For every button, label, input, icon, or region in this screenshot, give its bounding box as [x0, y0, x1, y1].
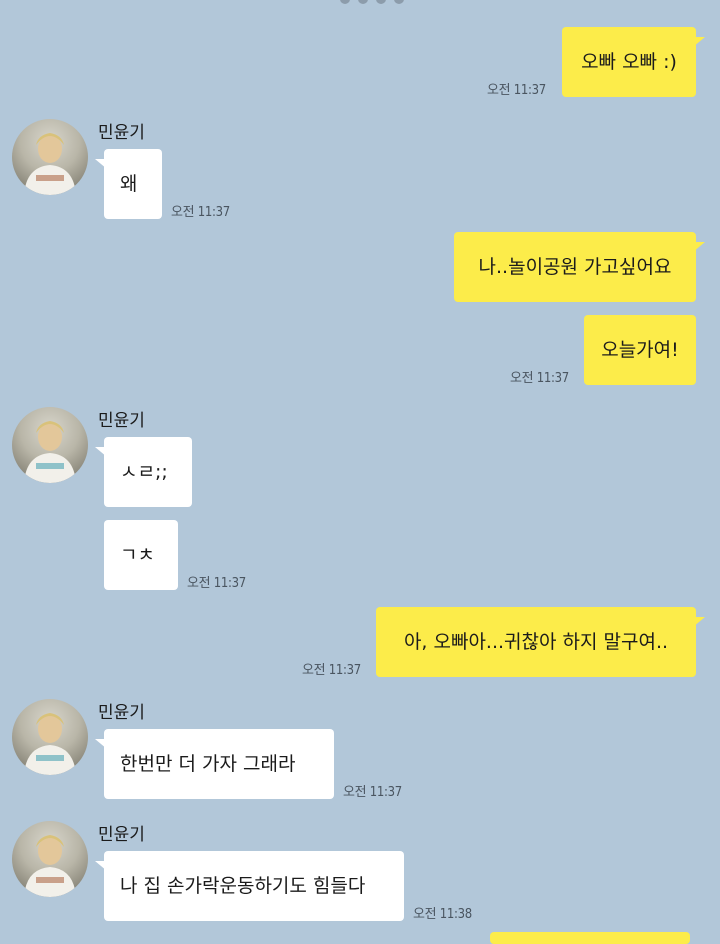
contact-avatar[interactable] — [12, 119, 88, 195]
my-message-bubble[interactable]: 아, 오빠아...귀찮아 하지 말구여.. — [376, 607, 705, 677]
my-message-bubble[interactable]: 나..놀이공원 가고싶어요 — [454, 232, 705, 302]
sender-name: 민윤기 — [98, 123, 145, 143]
contact-avatar[interactable] — [12, 821, 88, 897]
contact-avatar[interactable] — [12, 699, 88, 775]
my-message-bubble[interactable]: 오늘가여! — [584, 315, 696, 385]
their-message-bubble[interactable]: 왜 — [95, 149, 162, 219]
sender-name: 민윤기 — [98, 411, 145, 431]
their-message-bubble[interactable]: 나 집 손가락운동하기도 힘들다 — [95, 851, 404, 921]
sender-name: 민윤기 — [98, 703, 145, 723]
their-message-bubble[interactable]: 한번만 더 가자 그래라 — [95, 729, 334, 799]
message-time: 오전 11:37 — [343, 785, 402, 800]
message-time: 오전 11:38 — [413, 907, 472, 922]
message-time: 오전 11:37 — [487, 83, 546, 98]
message-time: 오전 11:37 — [302, 663, 361, 678]
their-message-bubble[interactable]: ㄱㅊ — [104, 520, 178, 590]
my-message-bubble-partial[interactable] — [490, 932, 690, 944]
person-photo-icon — [24, 133, 76, 195]
person-photo-icon — [24, 835, 76, 897]
message-time: 오전 11:37 — [171, 205, 230, 220]
person-photo-icon — [24, 421, 76, 483]
sender-name: 민윤기 — [98, 825, 145, 845]
contact-avatar[interactable] — [12, 407, 88, 483]
chat-room[interactable]: 오빠 오빠 :) 오전 11:37 민윤기 왜 오전 11:37 나..놀이공원… — [0, 0, 720, 944]
message-time: 오전 11:37 — [510, 371, 569, 386]
person-photo-icon — [24, 713, 76, 775]
my-message-bubble[interactable]: 오빠 오빠 :) — [562, 27, 705, 97]
their-message-bubble[interactable]: ㅅㄹ;; — [95, 437, 192, 507]
message-time: 오전 11:37 — [187, 576, 246, 591]
loading-indicator — [340, 0, 404, 4]
